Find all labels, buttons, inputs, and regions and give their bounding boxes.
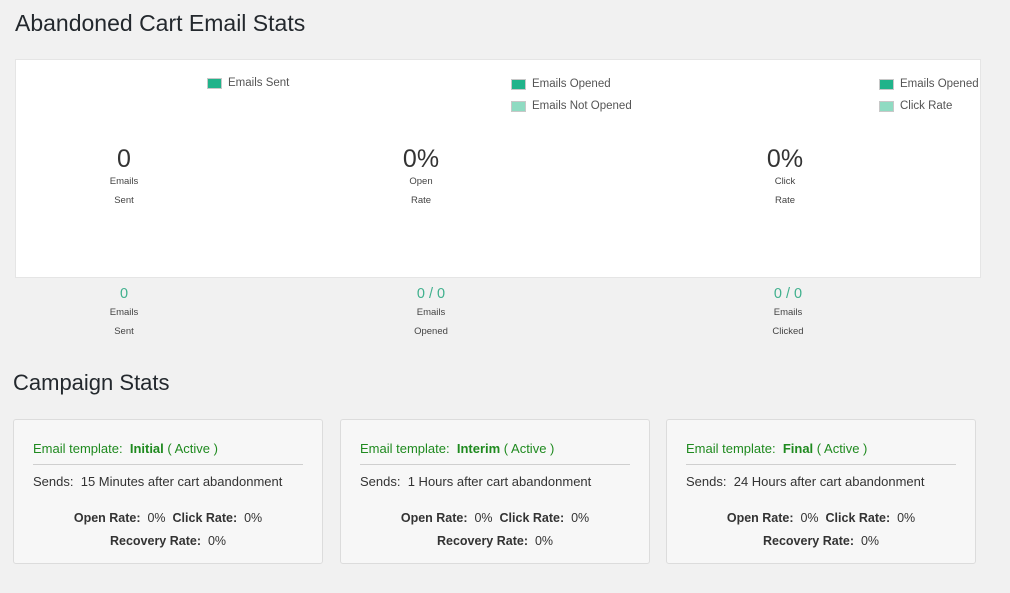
summary-label-1: Emails: [773, 307, 803, 318]
summary-label-1: Emails: [416, 307, 446, 318]
summary-value: 0 / 0: [416, 286, 446, 302]
legend-swatch: [511, 78, 526, 90]
click-rate-value: 0%: [244, 511, 263, 525]
chart-value: 0: [117, 145, 131, 173]
rates-block: Open Rate: 0% Click Rate: 0% Recovery Ra…: [341, 507, 649, 553]
open-rate-value: 0%: [800, 511, 819, 525]
recovery-rate-value: 0%: [860, 534, 880, 548]
summary-label-2: Clicked: [772, 326, 804, 337]
recovery-rate-label: Recovery Rate:: [762, 534, 854, 548]
campaign-card-final: Email template: Final ( Active ) Sends: …: [666, 419, 976, 564]
chart-value: 0%: [402, 145, 440, 173]
template-status: ( Active ): [167, 441, 218, 456]
template-label: Email template:: [360, 441, 450, 456]
template-status: ( Active ): [816, 441, 868, 456]
sends-value: 24 Hours after cart abandonment: [733, 474, 925, 489]
campaign-card-interim: Email template: Interim ( Active ) Sends…: [340, 419, 650, 564]
summary-label-2: Sent: [114, 326, 134, 337]
legend-label: Emails Opened: [532, 78, 611, 90]
card-divider: [686, 464, 956, 465]
chart-label-2: Rate: [410, 195, 432, 206]
template-status: ( Active ): [503, 441, 555, 456]
chart-label-1: Click: [774, 176, 796, 187]
chart-emails-sent-value: 0 Emails Sent: [84, 146, 164, 210]
card-divider: [360, 464, 630, 465]
click-rate-label: Click Rate:: [825, 511, 891, 525]
campaign-stats-title: Campaign Stats: [13, 370, 170, 395]
legend-emails-not-opened[interactable]: Emails Not Opened: [511, 100, 632, 112]
sends-line: Sends: 24 Hours after cart abandonment: [686, 474, 925, 489]
legend-label: Click Rate: [900, 100, 953, 112]
chart-label-2: Rate: [774, 195, 796, 206]
click-rate-label: Click Rate:: [499, 511, 565, 525]
email-template-line: Email template: Interim ( Active ): [360, 441, 554, 456]
legend-click-rate[interactable]: Click Rate: [879, 100, 952, 112]
template-name: Initial: [129, 441, 164, 456]
email-template-line: Email template: Initial ( Active ): [33, 441, 218, 456]
legend-emails-sent[interactable]: Emails Sent: [207, 77, 289, 89]
chart-open-rate-value: 0% Open Rate: [381, 146, 461, 210]
recovery-rate-label: Recovery Rate:: [436, 534, 528, 548]
rates-block: Open Rate: 0% Click Rate: 0% Recovery Ra…: [14, 507, 322, 553]
legend-label: Emails Sent: [228, 77, 290, 89]
open-rate-label: Open Rate:: [73, 511, 141, 525]
template-name: Final: [782, 441, 814, 456]
open-rate-label: Open Rate:: [726, 511, 794, 525]
template-label: Email template:: [686, 441, 776, 456]
sends-line: Sends: 15 Minutes after cart abandonment: [33, 474, 282, 489]
open-rate-value: 0%: [474, 511, 493, 525]
page-title: Abandoned Cart Email Stats: [15, 10, 306, 36]
legend-label: Emails Opened: [900, 78, 979, 90]
recovery-rate-value: 0%: [207, 534, 227, 548]
rates-block: Open Rate: 0% Click Rate: 0% Recovery Ra…: [667, 507, 975, 553]
template-label: Email template:: [33, 441, 123, 456]
open-rate-label: Open Rate:: [400, 511, 468, 525]
legend-swatch: [879, 78, 894, 90]
sends-value: 1 Hours after cart abandonment: [407, 474, 592, 489]
chart-label-1: Open: [409, 176, 433, 187]
template-name: Interim: [456, 441, 501, 456]
sends-value: 15 Minutes after cart abandonment: [80, 474, 283, 489]
chart-click-rate-value: 0% Click Rate: [745, 146, 825, 210]
chart-value: 0%: [766, 145, 804, 173]
legend-emails-opened-click[interactable]: Emails Opened: [879, 78, 979, 90]
sends-line: Sends: 1 Hours after cart abandonment: [360, 474, 591, 489]
click-rate-value: 0%: [897, 511, 916, 525]
stats-chart-panel: Emails Sent Emails Opened Emails Not Ope…: [15, 59, 981, 278]
campaign-card-initial: Email template: Initial ( Active ) Sends…: [13, 419, 323, 564]
sends-label: Sends:: [360, 474, 401, 489]
legend-emails-opened[interactable]: Emails Opened: [511, 78, 611, 90]
summary-value: 0 / 0: [773, 286, 803, 302]
click-rate-label: Click Rate:: [172, 511, 238, 525]
summary-emails-opened: 0 / 0 Emails Opened: [381, 285, 481, 341]
click-rate-value: 0%: [571, 511, 590, 525]
summary-value: 0: [119, 286, 129, 302]
chart-label-1: Emails: [109, 176, 139, 187]
legend-swatch: [511, 100, 526, 112]
sends-label: Sends:: [686, 474, 727, 489]
card-divider: [33, 464, 303, 465]
open-rate-value: 0%: [147, 511, 166, 525]
recovery-rate-label: Recovery Rate:: [109, 534, 201, 548]
chart-label-2: Sent: [114, 195, 134, 206]
legend-label: Emails Not Opened: [532, 100, 632, 112]
email-template-line: Email template: Final ( Active ): [686, 441, 867, 456]
legend-swatch: [879, 100, 894, 112]
legend-swatch: [207, 77, 222, 89]
summary-label-2: Opened: [414, 326, 448, 337]
summary-label-1: Emails: [109, 307, 139, 318]
recovery-rate-value: 0%: [534, 534, 554, 548]
summary-emails-clicked: 0 / 0 Emails Clicked: [738, 285, 838, 341]
summary-emails-sent: 0 Emails Sent: [74, 285, 174, 341]
sends-label: Sends:: [33, 474, 74, 489]
